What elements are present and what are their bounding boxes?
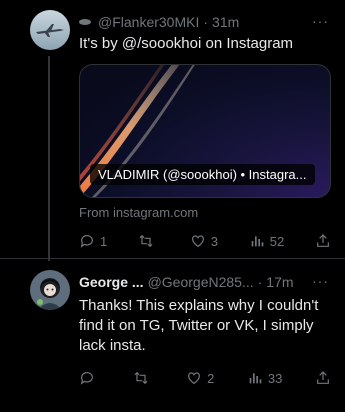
- reply-icon: [80, 372, 93, 385]
- account-type-icon: [79, 19, 91, 25]
- tweet-text: Thanks! This explains why I couldn't fin…: [79, 297, 319, 354]
- views-count: 52: [269, 233, 285, 249]
- reply-button[interactable]: 1: [79, 233, 107, 249]
- reply-count: 1: [100, 233, 108, 249]
- retweet-icon: [139, 234, 153, 248]
- timeline-feed: @Flanker30MKI · 31m ··· It's by @/soookh…: [0, 0, 345, 412]
- tweet-actions: 1 3 52: [79, 232, 331, 250]
- card-source[interactable]: From instagram.com: [79, 205, 198, 220]
- views-count: 33: [267, 370, 283, 386]
- card-title: VLADIMIR (@soookhoi) • Instagra...: [90, 164, 315, 185]
- user-handle[interactable]: @GeorgeN285...: [148, 274, 254, 290]
- views-icon: [251, 236, 264, 247]
- more-icon[interactable]: ···: [312, 273, 329, 289]
- display-name[interactable]: George ...: [79, 274, 144, 290]
- like-count: 2: [207, 370, 215, 386]
- tweet-divider: [0, 258, 345, 259]
- tweet-text: It's by @/soookhoi on Instagram: [79, 35, 294, 52]
- views-icon: [249, 373, 262, 384]
- tweet-actions: 2 33: [79, 369, 331, 387]
- retweet-icon: [134, 371, 147, 385]
- like-button[interactable]: 2: [186, 370, 214, 386]
- separator-dot: ·: [257, 274, 263, 290]
- share-button[interactable]: [315, 370, 331, 386]
- tweet[interactable]: @Flanker30MKI · 31m ··· It's by @/soookh…: [0, 0, 345, 261]
- like-icon: [188, 372, 201, 385]
- timestamp[interactable]: 31m: [212, 14, 239, 30]
- avatar-image: [30, 10, 70, 50]
- avatar[interactable]: [30, 10, 70, 50]
- share-icon: [317, 234, 329, 247]
- avatar-image: [30, 270, 70, 310]
- timestamp[interactable]: 17m: [266, 274, 293, 290]
- views-button[interactable]: 33: [247, 370, 282, 386]
- reply-button[interactable]: [79, 370, 100, 386]
- reply-icon: [80, 235, 93, 248]
- like-button[interactable]: 3: [190, 233, 218, 249]
- retweet-button[interactable]: [138, 233, 159, 249]
- tweet-header: @Flanker30MKI · 31m ···: [79, 13, 331, 31]
- retweet-button[interactable]: [133, 370, 154, 386]
- share-icon: [317, 371, 329, 384]
- avatar[interactable]: [30, 270, 70, 310]
- tweet-header: George ... @GeorgeN285... · 17m ···: [79, 273, 331, 291]
- more-icon[interactable]: ···: [312, 13, 329, 29]
- tweet[interactable]: George ... @GeorgeN285... · 17m ··· Than…: [0, 260, 345, 412]
- user-handle[interactable]: @Flanker30MKI: [98, 14, 199, 30]
- like-icon: [191, 235, 204, 248]
- separator-dot: ·: [203, 14, 209, 30]
- like-count: 3: [210, 233, 218, 249]
- link-card[interactable]: VLADIMIR (@soookhoi) • Instagra...: [79, 64, 331, 198]
- share-button[interactable]: [315, 233, 331, 249]
- views-button[interactable]: 52: [249, 233, 284, 249]
- thread-line: [48, 56, 50, 261]
